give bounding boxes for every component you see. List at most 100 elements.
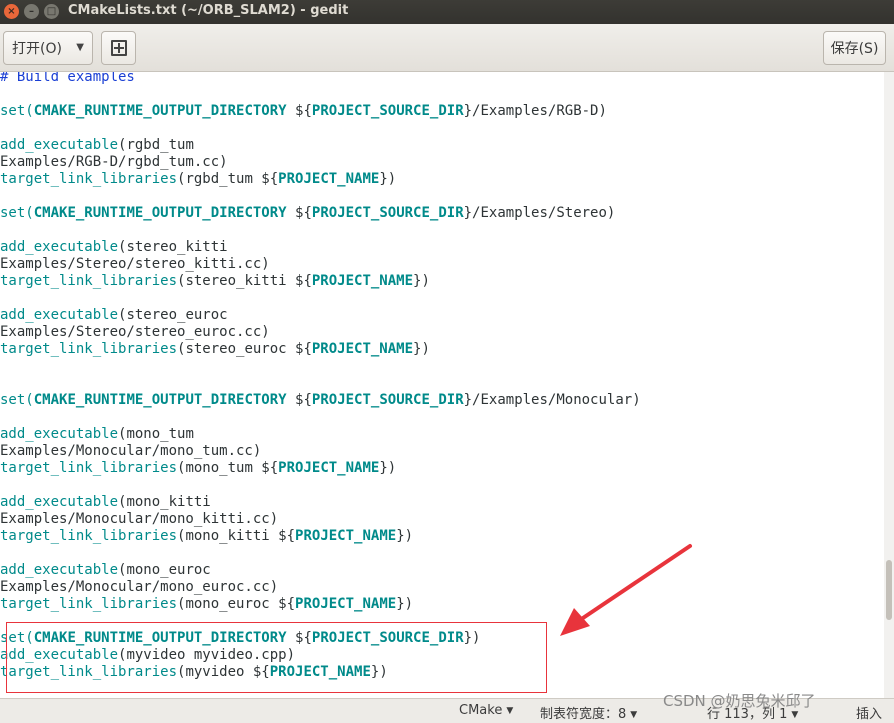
close-icon[interactable]: × <box>4 4 19 19</box>
open-button-label: 打开(O) <box>12 41 62 57</box>
code-token: (stereo_euroc <box>118 307 228 323</box>
code-token: (stereo_euroc ${ <box>177 341 312 357</box>
code-token: }) <box>396 596 414 612</box>
code-token: (stereo_kitti ${ <box>177 273 312 289</box>
code-line: target_link_libraries(rgbd_tum ${PROJECT… <box>0 171 396 188</box>
annotation-arrow-icon <box>560 544 692 636</box>
code-token: # Build examples <box>0 72 135 85</box>
code-token: (mono_kitti <box>118 494 211 510</box>
open-button[interactable]: 打开(O) ▼ <box>3 31 93 65</box>
code-token: PROJECT_NAME <box>295 596 397 612</box>
code-token: ( <box>25 103 34 119</box>
code-token: Examples/Stereo/stereo_euroc.cc) <box>0 324 270 340</box>
code-token: ( <box>25 205 34 221</box>
code-token: Examples/Monocular/mono_kitti.cc) <box>0 511 279 527</box>
code-token: Examples/Stereo/stereo_kitti.cc) <box>0 256 270 272</box>
code-token: ${ <box>286 205 312 221</box>
code-token: target_link_libraries <box>0 171 178 187</box>
annotation-highlight-box <box>6 622 547 693</box>
code-token: (mono_euroc <box>118 562 211 578</box>
code-token: }) <box>379 171 397 187</box>
code-line: target_link_libraries(mono_tum ${PROJECT… <box>0 460 396 477</box>
code-token: PROJECT_SOURCE_DIR <box>311 392 464 408</box>
code-token: PROJECT_SOURCE_DIR <box>311 103 464 119</box>
code-token: (mono_kitti ${ <box>177 528 296 544</box>
language-label: CMake <box>459 703 503 718</box>
code-token: PROJECT_NAME <box>278 171 380 187</box>
code-line: add_executable(mono_kitti <box>0 494 211 511</box>
code-line: add_executable(mono_euroc <box>0 562 211 579</box>
code-token: CMAKE_RUNTIME_OUTPUT_DIRECTORY <box>33 205 287 221</box>
code-token: (rgbd_tum ${ <box>177 171 279 187</box>
window-title: CMakeLists.txt (~/ORB_SLAM2) - gedit <box>68 3 349 18</box>
new-tab-icon <box>110 40 127 56</box>
code-line: Examples/RGB-D/rgbd_tum.cc) <box>0 154 228 171</box>
code-line: Examples/Stereo/stereo_kitti.cc) <box>0 256 270 273</box>
code-token: PROJECT_NAME <box>311 273 414 289</box>
code-editor[interactable]: # Build examples set(CMAKE_RUNTIME_OUTPUT… <box>0 72 884 698</box>
code-line: target_link_libraries(mono_euroc ${PROJE… <box>0 596 413 613</box>
maximize-icon[interactable]: □ <box>44 4 59 19</box>
code-token: }) <box>396 528 414 544</box>
code-line: set(CMAKE_RUNTIME_OUTPUT_DIRECTORY ${PRO… <box>0 392 641 409</box>
code-token: Examples/Monocular/mono_tum.cc) <box>0 443 262 459</box>
header-bar: 打开(O) ▼ 保存(S) <box>0 24 894 72</box>
code-line: add_executable(stereo_euroc <box>0 307 228 324</box>
code-token: (mono_euroc ${ <box>177 596 296 612</box>
code-token: }/Examples/RGB-D) <box>463 103 607 119</box>
code-token: CMAKE_RUNTIME_OUTPUT_DIRECTORY <box>33 103 287 119</box>
code-token: target_link_libraries <box>0 273 178 289</box>
code-token: Examples/RGB-D/rgbd_tum.cc) <box>0 154 228 170</box>
code-token: target_link_libraries <box>0 460 178 476</box>
scrollbar-thumb[interactable] <box>886 560 892 620</box>
code-line: set(CMAKE_RUNTIME_OUTPUT_DIRECTORY ${PRO… <box>0 103 607 120</box>
code-token: target_link_libraries <box>0 341 178 357</box>
code-line: Examples/Monocular/mono_kitti.cc) <box>0 511 278 528</box>
save-button[interactable]: 保存(S) <box>823 31 886 65</box>
code-token: }/Examples/Monocular) <box>463 392 641 408</box>
code-token: set <box>0 103 26 119</box>
code-line: add_executable(rgbd_tum <box>0 137 194 154</box>
code-token: set <box>0 205 26 221</box>
code-token: CMAKE_RUNTIME_OUTPUT_DIRECTORY <box>33 392 287 408</box>
code-token: PROJECT_SOURCE_DIR <box>311 205 464 221</box>
language-selector[interactable]: CMake ▼ <box>459 703 513 718</box>
code-token: add_executable <box>0 307 119 323</box>
code-token: }) <box>413 273 430 289</box>
code-token: }/Examples/Stereo) <box>463 205 616 221</box>
code-token: ( <box>25 392 34 408</box>
code-token: add_executable <box>0 426 119 442</box>
code-token: PROJECT_NAME <box>311 341 414 357</box>
code-token: }) <box>379 460 397 476</box>
code-line: add_executable(stereo_kitti <box>0 239 228 256</box>
code-token: add_executable <box>0 239 119 255</box>
minimize-icon[interactable]: – <box>24 4 39 19</box>
code-token: ${ <box>286 103 312 119</box>
code-line: Examples/Monocular/mono_euroc.cc) <box>0 579 278 596</box>
code-token: PROJECT_NAME <box>295 528 397 544</box>
code-line: target_link_libraries(mono_kitti ${PROJE… <box>0 528 413 545</box>
code-token: target_link_libraries <box>0 528 178 544</box>
code-token: (rgbd_tum <box>118 137 194 153</box>
code-token: PROJECT_NAME <box>278 460 380 476</box>
code-token: (stereo_kitti <box>118 239 228 255</box>
tab-width-selector[interactable]: 制表符宽度：8 ▼ <box>540 703 637 722</box>
code-line: # Build examples <box>0 72 135 86</box>
csdn-watermark: CSDN @奶思兔米邱了 <box>663 692 816 710</box>
code-token: add_executable <box>0 562 119 578</box>
code-line: Examples/Stereo/stereo_euroc.cc) <box>0 324 270 341</box>
new-tab-button[interactable] <box>101 31 136 65</box>
chevron-down-icon: ▼ <box>791 710 799 720</box>
code-token: target_link_libraries <box>0 596 178 612</box>
code-line: add_executable(mono_tum <box>0 426 194 443</box>
code-token: Examples/Monocular/mono_euroc.cc) <box>0 579 279 595</box>
chevron-down-icon: ▼ <box>76 42 84 53</box>
code-token: add_executable <box>0 494 119 510</box>
insert-mode-indicator: 插入 <box>856 707 883 722</box>
code-line: Examples/Monocular/mono_tum.cc) <box>0 443 261 460</box>
title-bar: × – □ CMakeLists.txt (~/ORB_SLAM2) - ged… <box>0 0 894 24</box>
code-token: ${ <box>286 392 312 408</box>
code-token: (mono_tum ${ <box>177 460 279 476</box>
code-token: }) <box>413 341 430 357</box>
code-line: set(CMAKE_RUNTIME_OUTPUT_DIRECTORY ${PRO… <box>0 205 615 222</box>
